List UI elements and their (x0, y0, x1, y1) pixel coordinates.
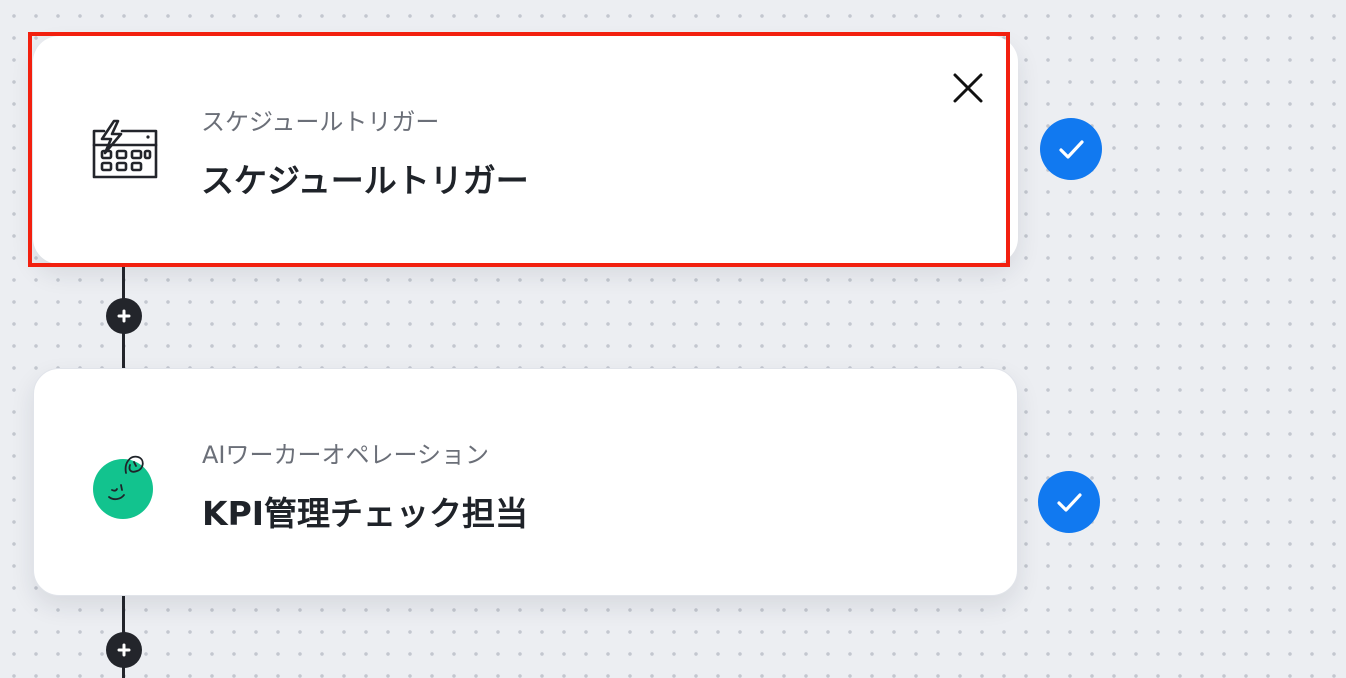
plus-icon (117, 643, 131, 657)
step-title: KPI管理チェック担当 (202, 494, 529, 533)
step-type-label: スケジュールトリガー (201, 108, 440, 136)
status-badge (1038, 471, 1100, 533)
step-card-schedule-trigger[interactable]: スケジュールトリガー スケジュールトリガー (33, 36, 1018, 264)
close-button[interactable] (948, 68, 988, 108)
add-step-button[interactable] (106, 298, 142, 334)
add-step-button[interactable] (106, 632, 142, 668)
step-title: スケジュールトリガー (201, 161, 529, 200)
calendar-lightning-icon (89, 116, 159, 186)
check-icon (1059, 140, 1084, 159)
ai-worker-avatar-icon (90, 449, 160, 519)
plus-icon (117, 309, 131, 323)
step-type-label: AIワーカーオペレーション (202, 441, 490, 469)
close-icon (953, 73, 983, 103)
step-card-ai-worker[interactable]: AIワーカーオペレーション KPI管理チェック担当 (33, 368, 1018, 596)
status-badge (1040, 118, 1102, 180)
check-icon (1057, 493, 1082, 512)
